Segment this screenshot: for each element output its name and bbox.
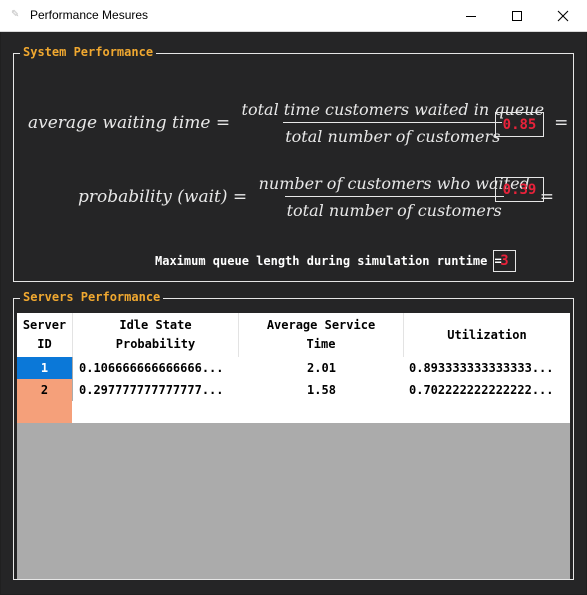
minimize-button[interactable] xyxy=(448,0,494,31)
prob-wait-lhs: probability (wait) = xyxy=(78,187,253,207)
row-idle-probability[interactable]: 0.106666666666666... xyxy=(73,357,239,379)
table-row[interactable]: 2 0.297777777777777... 1.58 0.7022222222… xyxy=(17,379,570,401)
max-queue-value: 3 xyxy=(493,250,516,272)
servers-performance-group: Servers Performance Server ID Idle State… xyxy=(13,290,574,580)
row-utilization[interactable]: 0.702222222222222... xyxy=(404,379,570,401)
row-avg-service-time[interactable]: 2.01 xyxy=(239,357,404,379)
prob-wait-denominator: total number of customers xyxy=(284,196,504,220)
prob-wait-value: 0.39 xyxy=(495,177,544,202)
window-client: System Performance average waiting time … xyxy=(1,32,586,594)
title-bar: ✎ Performance Mesures xyxy=(0,0,587,32)
servers-performance-legend: Servers Performance xyxy=(20,290,164,304)
servers-table[interactable]: Server ID Idle State Probability Average… xyxy=(17,313,570,579)
row-server-id[interactable]: 1 xyxy=(17,357,72,379)
avg-wait-equals: = xyxy=(554,113,569,133)
prob-wait-numerator: number of customers who waited xyxy=(258,174,530,193)
header-avg-service-time[interactable]: Average Service Time xyxy=(239,313,404,357)
table-header: Server ID Idle State Probability Average… xyxy=(17,313,570,357)
system-performance-group: System Performance average waiting time … xyxy=(13,45,574,282)
row-idle-probability[interactable]: 0.297777777777777... xyxy=(73,379,239,401)
header-server-id[interactable]: Server ID xyxy=(17,313,73,357)
prob-wait-formula: probability (wait) = number of customers… xyxy=(78,174,554,220)
close-button[interactable] xyxy=(540,0,586,31)
avg-waiting-formula: average waiting time = total time custom… xyxy=(28,100,568,146)
new-row-placeholder[interactable] xyxy=(17,401,570,423)
maximize-icon xyxy=(512,10,522,21)
row-utilization[interactable]: 0.893333333333333... xyxy=(404,357,570,379)
new-row-id-cell[interactable] xyxy=(17,401,72,423)
row-server-id[interactable]: 2 xyxy=(17,379,72,401)
table-row[interactable]: 1 0.106666666666666... 2.01 0.8933333333… xyxy=(17,357,570,379)
minimize-icon xyxy=(466,15,476,17)
close-icon xyxy=(557,10,569,21)
header-idle-probability[interactable]: Idle State Probability xyxy=(73,313,239,357)
avg-wait-denominator: total number of customers xyxy=(283,122,503,146)
app-feather-icon: ✎ xyxy=(11,9,20,20)
prob-wait-fraction: number of customers who waited total num… xyxy=(257,174,532,220)
header-utilization[interactable]: Utilization xyxy=(404,313,570,357)
row-avg-service-time[interactable]: 1.58 xyxy=(239,379,404,401)
window-title: Performance Mesures xyxy=(30,8,149,22)
avg-waiting-time-value: 0.85 xyxy=(495,112,544,137)
system-performance-legend: System Performance xyxy=(20,45,157,59)
avg-wait-lhs: average waiting time = xyxy=(28,113,236,133)
max-queue-label: Maximum queue length during simulation r… xyxy=(155,254,502,268)
maximize-button[interactable] xyxy=(494,0,540,31)
